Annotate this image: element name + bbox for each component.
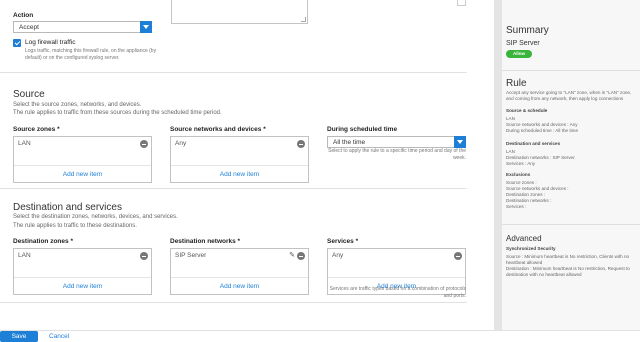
source-desc-2: The rule applies to traffic from these s… bbox=[13, 110, 222, 116]
exclusions-head: Exclusions bbox=[506, 172, 531, 177]
sync-security-text: Source : Minimum heartbeat is No restric… bbox=[506, 254, 638, 278]
section-divider bbox=[0, 188, 467, 189]
source-title: Source bbox=[13, 89, 45, 100]
divider bbox=[171, 277, 308, 278]
remove-icon[interactable] bbox=[297, 140, 305, 148]
exclusions-lines: Source zones : Source networks and devic… bbox=[506, 180, 638, 210]
rule-description: Accept any service going to "LAN" zone, … bbox=[506, 90, 632, 101]
divider bbox=[14, 165, 151, 166]
destination-networks-list[interactable]: SIP Server ✎ Add new item bbox=[170, 248, 309, 295]
add-new-item-link[interactable]: Add new item bbox=[14, 283, 151, 290]
summary-line: Services : Any bbox=[506, 161, 536, 166]
pencil-icon[interactable]: ✎ bbox=[289, 251, 295, 260]
destination-zones-label: Destination zones * bbox=[13, 238, 73, 245]
required-mark: * bbox=[355, 238, 359, 245]
save-button[interactable]: Save bbox=[0, 331, 38, 342]
advanced-title: Advanced bbox=[506, 234, 542, 243]
label-text: Services bbox=[327, 238, 354, 245]
source-networks-list[interactable]: Any Add new item bbox=[170, 136, 309, 183]
label-text: Destination networks bbox=[170, 238, 236, 245]
schedule-select-value: All the time bbox=[333, 139, 366, 146]
cancel-button[interactable]: Cancel bbox=[49, 331, 69, 342]
log-help-line: default) or on the configured syslog ser… bbox=[25, 55, 120, 61]
required-mark: * bbox=[237, 238, 241, 245]
destination-desc-2: The rule applies to traffic to these des… bbox=[13, 223, 137, 229]
divider bbox=[171, 165, 308, 166]
source-zones-list[interactable]: LAN Add new item bbox=[13, 136, 152, 183]
destination-desc: Select the destination zones, networks, … bbox=[13, 214, 178, 220]
action-select[interactable]: Accept bbox=[13, 21, 152, 33]
log-traffic-help: Logs traffic, matching this firewall rul… bbox=[25, 48, 156, 62]
required-mark: * bbox=[70, 238, 73, 245]
label-text: Source zones bbox=[13, 126, 56, 133]
source-schedule-lines: LAN Source networks and devices : Any Du… bbox=[506, 116, 638, 134]
destination-services-head: Destination and services bbox=[506, 141, 561, 146]
summary-line: Source : Minimum heartbeat is No restric… bbox=[506, 254, 630, 265]
label-text: Destination zones bbox=[13, 238, 69, 245]
footer-bar bbox=[0, 330, 640, 342]
destination-networks-label: Destination networks * bbox=[170, 238, 240, 245]
action-select-value: Accept bbox=[19, 24, 39, 31]
destination-zones-list[interactable]: LAN Add new item bbox=[13, 248, 152, 295]
source-networks-label: Source networks and devices * bbox=[170, 126, 266, 133]
summary-rule-name: SIP Server bbox=[506, 40, 540, 47]
add-new-item-link[interactable]: Add new item bbox=[171, 171, 308, 178]
schedule-label: During scheduled time bbox=[327, 126, 398, 133]
divider bbox=[502, 224, 640, 225]
destination-title: Destination and services bbox=[13, 202, 122, 213]
remove-icon[interactable] bbox=[297, 252, 305, 260]
log-traffic-label: Log firewall traffic bbox=[25, 39, 76, 46]
add-new-item-link[interactable]: Add new item bbox=[14, 171, 151, 178]
divider bbox=[328, 277, 465, 278]
summary-line: Destination : Minimum heartbeat is No re… bbox=[506, 266, 630, 277]
scrollbar-gutter bbox=[494, 0, 502, 330]
summary-panel: Summary SIP Server Allow Rule Accept any… bbox=[502, 0, 640, 330]
required-mark: * bbox=[263, 126, 266, 133]
summary-title: Summary bbox=[506, 25, 549, 36]
source-zones-label: Source zones * bbox=[13, 126, 60, 133]
chevron-down-icon[interactable] bbox=[140, 21, 152, 33]
label-text: Source networks and devices bbox=[170, 126, 262, 133]
services-help: Services are traffic types based on a co… bbox=[329, 286, 466, 299]
description-textarea[interactable] bbox=[171, 0, 308, 24]
summary-line: During scheduled time : All the time bbox=[506, 128, 579, 133]
required-mark: * bbox=[57, 126, 60, 133]
sync-security-head: Synchronized Security bbox=[506, 246, 556, 251]
action-label: Action bbox=[13, 12, 34, 19]
list-item: Any bbox=[175, 140, 187, 147]
section-divider bbox=[0, 302, 467, 303]
list-item: SIP Server bbox=[175, 252, 207, 259]
schedule-select[interactable]: All the time bbox=[327, 136, 466, 148]
chevron-down-icon[interactable] bbox=[454, 136, 466, 148]
remove-icon[interactable] bbox=[454, 252, 462, 260]
list-item: LAN bbox=[18, 252, 31, 259]
rule-form: Action Accept Log firewall traffic Logs … bbox=[0, 0, 494, 330]
resize-handle-icon[interactable] bbox=[301, 17, 306, 22]
source-schedule-head: Source & schedule bbox=[506, 108, 548, 113]
divider bbox=[14, 277, 151, 278]
destination-services-lines: LAN Destination networks : SIP Server Se… bbox=[506, 149, 638, 167]
list-item: LAN bbox=[18, 140, 31, 147]
scroll-widget bbox=[457, 0, 466, 6]
services-label: Services * bbox=[327, 238, 358, 245]
section-divider bbox=[0, 72, 467, 73]
remove-icon[interactable] bbox=[140, 252, 148, 260]
divider bbox=[502, 70, 640, 71]
add-new-item-link[interactable]: Add new item bbox=[171, 283, 308, 290]
remove-icon[interactable] bbox=[140, 140, 148, 148]
log-traffic-checkbox[interactable] bbox=[13, 39, 21, 47]
rule-title: Rule bbox=[506, 78, 527, 89]
log-help-line: Logs traffic, matching this firewall rul… bbox=[25, 48, 157, 54]
status-badge: Allow bbox=[506, 50, 532, 58]
list-item: Any bbox=[332, 252, 344, 259]
summary-line: Services : bbox=[506, 204, 527, 209]
schedule-help: Select to apply the rule to a specific t… bbox=[328, 148, 466, 161]
